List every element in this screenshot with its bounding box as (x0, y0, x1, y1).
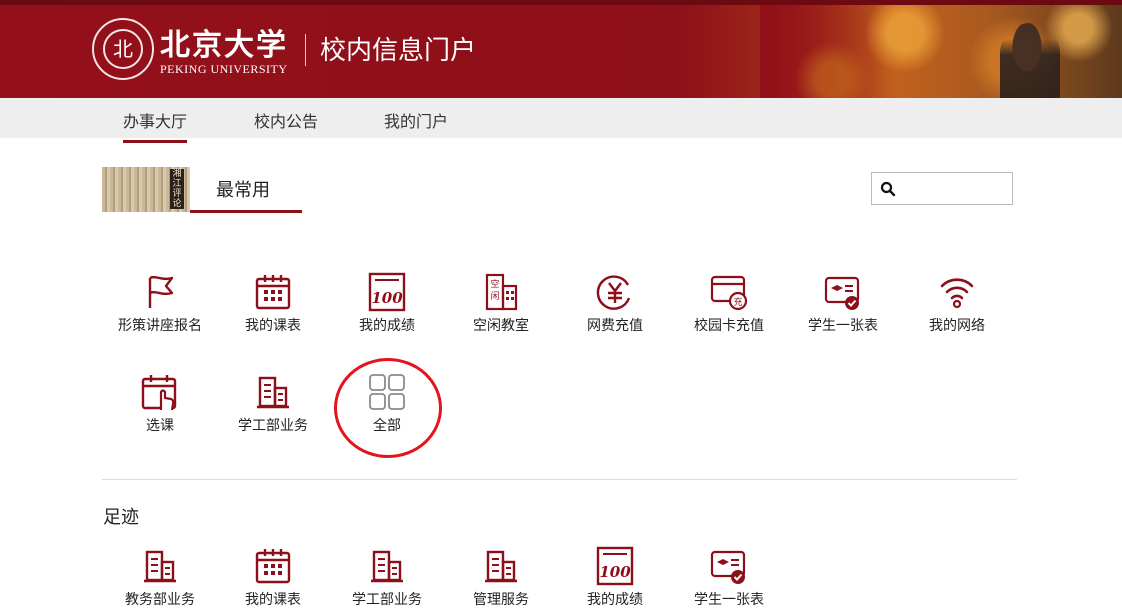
building-icon (371, 550, 403, 583)
building-icon (144, 550, 176, 583)
main-nav: 办事大厅 校内公告 我的门户 (0, 98, 1122, 143)
university-name-en: PEKING UNIVERSITY (160, 62, 288, 76)
service-label: 选课 (146, 418, 174, 434)
footprint-management-services[interactable]: 管理服务 (444, 546, 558, 608)
service-label: 管理服务 (473, 592, 529, 608)
service-label: 形策讲座报名 (118, 318, 202, 334)
service-my-network[interactable]: 我的网络 (900, 272, 1014, 335)
service-label: 空闲教室 (473, 318, 529, 334)
service-course-selection[interactable]: 选课 (103, 372, 217, 435)
newspaper-thumbnail: 湘江评论 (102, 167, 190, 212)
header-statue-photo (1000, 23, 1060, 98)
service-student-form[interactable]: 学生一张表 (786, 272, 900, 335)
service-label: 学工部业务 (238, 418, 308, 434)
svg-text:100: 100 (371, 289, 403, 307)
service-label: 学工部业务 (352, 592, 422, 608)
footprint-student-form[interactable]: 学生一张表 (672, 546, 786, 608)
service-my-timetable[interactable]: 我的课表 (216, 272, 330, 335)
service-network-recharge[interactable]: 网费充值 (558, 272, 672, 335)
tab-my-portal[interactable]: 我的门户 (384, 108, 448, 132)
search-box[interactable] (871, 172, 1013, 205)
university-seal-logo[interactable]: 北 (92, 18, 154, 80)
footprint-academic-affairs[interactable]: 教务部业务 (103, 546, 217, 608)
service-label: 我的网络 (929, 318, 985, 334)
header-photo (760, 5, 1122, 98)
service-campus-card-recharge[interactable]: 充 校园卡充值 (672, 272, 786, 335)
score-100-icon: 100 (368, 272, 406, 312)
service-label: 我的成绩 (359, 318, 415, 334)
footprint-my-grades[interactable]: 100 我的成绩 (558, 546, 672, 608)
student-card-icon (824, 276, 860, 310)
svg-text:100: 100 (599, 563, 631, 581)
footprint-my-timetable[interactable]: 我的课表 (216, 546, 330, 608)
most-used-title: 最常用 (216, 180, 270, 201)
score-100-icon: 100 (596, 546, 634, 586)
calendar-hand-icon (141, 375, 177, 411)
tab-office-hall[interactable]: 办事大厅 (123, 108, 188, 143)
svg-text:充: 充 (733, 296, 742, 308)
yuan-icon (596, 275, 631, 310)
service-student-affairs[interactable]: 学工部业务 (216, 372, 330, 435)
portal-title: 校内信息门户 (320, 36, 477, 66)
service-label: 学生一张表 (694, 592, 764, 608)
title-divider (305, 34, 306, 66)
search-input[interactable] (902, 177, 1006, 200)
newspaper-thumbnail-title: 湘江评论 (170, 169, 184, 209)
most-used-underline (190, 210, 302, 213)
service-label: 我的课表 (245, 318, 301, 334)
university-name-cn: 北京大学 (160, 28, 288, 63)
service-lecture-signup[interactable]: 形策讲座报名 (103, 272, 217, 335)
building-room-icon: 空 闲 (485, 273, 518, 311)
service-label: 学生一张表 (808, 318, 878, 334)
service-label: 我的成绩 (587, 592, 643, 608)
service-all[interactable]: 全部 (330, 372, 444, 435)
service-my-grades[interactable]: 100 我的成绩 (330, 272, 444, 335)
service-label: 校园卡充值 (694, 318, 764, 334)
search-icon[interactable] (880, 181, 896, 197)
wifi-icon (940, 278, 974, 309)
service-label: 网费充值 (587, 318, 643, 334)
building-icon (257, 376, 289, 409)
footprint-student-affairs[interactable]: 学工部业务 (330, 546, 444, 608)
service-label: 我的课表 (245, 592, 301, 608)
flag-icon (148, 275, 174, 308)
building-icon (485, 550, 517, 583)
service-label: 教务部业务 (125, 592, 195, 608)
card-recharge-icon: 充 (710, 275, 748, 311)
section-divider (102, 479, 1017, 480)
student-card-icon (710, 550, 746, 584)
grid-icon (369, 374, 405, 410)
calendar-icon (255, 275, 291, 310)
footprint-title: 足迹 (103, 507, 139, 528)
svg-text:空: 空 (490, 278, 499, 290)
service-label: 全部 (373, 418, 401, 434)
calendar-icon (255, 549, 291, 584)
service-free-classroom[interactable]: 空 闲 空闲教室 (444, 272, 558, 335)
svg-text:闲: 闲 (490, 291, 499, 302)
tab-announcements[interactable]: 校内公告 (254, 108, 318, 132)
